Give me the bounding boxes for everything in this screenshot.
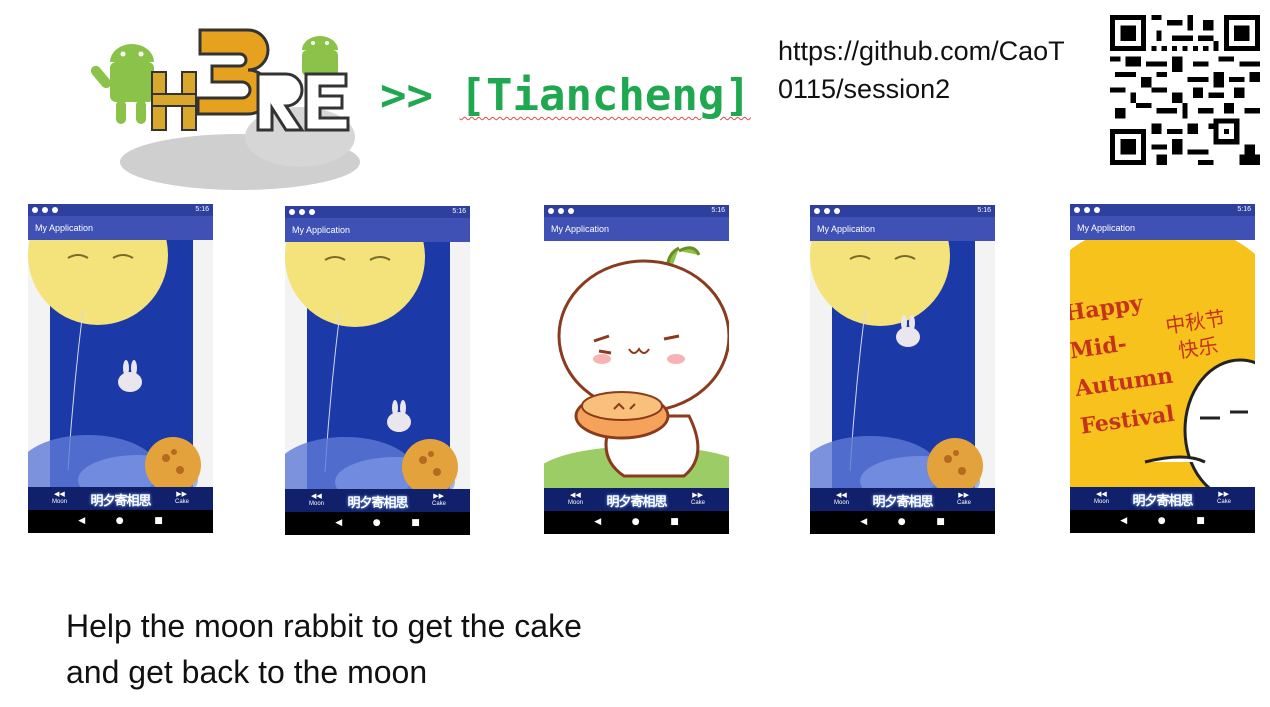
recents-icon[interactable]: ■ — [670, 518, 679, 527]
status-time: 5:16 — [452, 208, 466, 215]
control-bar: ◀◀ Moon 明夕寄相思 ▶▶ Cake — [544, 488, 729, 511]
app-title: My Application — [28, 216, 213, 240]
home-icon[interactable]: ● — [898, 518, 906, 527]
banner-title: 明夕寄相思 — [347, 496, 408, 511]
android-left-icon — [90, 44, 154, 124]
phone-screenshot-5: 5:16 My Application Happy Mid-Autumn Fes… — [1070, 204, 1255, 533]
status-time: 5:16 — [977, 207, 991, 214]
home-icon[interactable]: ● — [116, 517, 124, 526]
qr-code-icon — [1110, 15, 1260, 165]
moon-button[interactable]: Moon — [834, 500, 849, 506]
control-bar: ◀◀ Moon 明夕寄相思 ▶▶ Cake — [285, 489, 470, 512]
banner-title: 明夕寄相思 — [1132, 494, 1193, 509]
home-icon[interactable]: ● — [1158, 517, 1166, 526]
game-scene — [28, 240, 213, 487]
author-name: [Tiancheng] — [459, 70, 751, 121]
game-scene — [285, 242, 470, 489]
rewind-icon[interactable]: ◀◀ — [570, 491, 581, 499]
status-time: 5:16 — [1237, 206, 1251, 213]
android-nav-bar: ◀ ● ■ — [544, 511, 729, 534]
logo-letter-e — [304, 72, 350, 132]
forward-icon[interactable]: ▶▶ — [176, 490, 187, 498]
phone-screenshot-4: 5:16 My Application ◀◀ Moon 明夕寄相思 ▶▶ Cak… — [810, 205, 995, 534]
recents-icon[interactable]: ■ — [1196, 517, 1205, 526]
slide-caption: Help the moon rabbit to get the cake and… — [66, 603, 582, 695]
home-icon[interactable]: ● — [632, 518, 640, 527]
app-title: My Application — [810, 217, 995, 241]
app-title: My Application — [285, 218, 470, 242]
mooncake-icon — [574, 391, 670, 440]
banner-title: 明夕寄相思 — [90, 494, 151, 509]
banner-title: 明夕寄相思 — [606, 495, 667, 510]
repo-url[interactable]: https://github.com/CaoT0115/session2 — [778, 32, 1068, 108]
control-bar: ◀◀ Moon 明夕寄相思 ▶▶ Cake — [810, 488, 995, 511]
caption-line-2: and get back to the moon — [66, 654, 428, 690]
rewind-icon[interactable]: ◀◀ — [311, 492, 322, 500]
moon-button[interactable]: Moon — [568, 500, 583, 506]
app-title: My Application — [544, 217, 729, 241]
back-icon[interactable]: ◀ — [78, 517, 85, 526]
android-nav-bar: ◀ ● ■ — [810, 511, 995, 534]
moon-button[interactable]: Moon — [309, 501, 324, 507]
phone-screenshot-2: 5:16 My Application ◀◀ Moon 明夕寄相思 ▶▶ Cak… — [285, 206, 470, 535]
status-time: 5:16 — [711, 207, 725, 214]
forward-icon[interactable]: ▶▶ — [433, 492, 444, 500]
status-bar: 5:16 — [544, 205, 729, 217]
moon-button[interactable]: Moon — [52, 499, 67, 505]
status-bar: 5:16 — [1070, 204, 1255, 216]
banner-title: 明夕寄相思 — [872, 495, 933, 510]
logo-letter-h — [151, 71, 197, 131]
forward-icon[interactable]: ▶▶ — [1218, 490, 1229, 498]
status-bar: 5:16 — [28, 204, 213, 216]
android-nav-bar: ◀ ● ■ — [28, 510, 213, 533]
caption-line-1: Help the moon rabbit to get the cake — [66, 608, 582, 644]
rewind-icon[interactable]: ◀◀ — [1096, 490, 1107, 498]
phone-screenshot-3: 5:16 My Application ◀◀ Moon 明夕寄相思 ▶▶ Cak… — [544, 205, 729, 534]
android-nav-bar: ◀ ● ■ — [1070, 510, 1255, 533]
cake-button[interactable]: Cake — [1217, 499, 1231, 505]
forward-icon[interactable]: ▶▶ — [958, 491, 969, 499]
control-bar: ◀◀ Moon 明夕寄相思 ▶▶ Cake — [28, 487, 213, 510]
phone-screenshot-1: 5:16 My Application ◀◀ Moon 明夕寄相思 ▶▶ Cak… — [28, 204, 213, 533]
status-time: 5:16 — [195, 206, 209, 213]
game-scene — [810, 241, 995, 488]
status-bar: 5:16 — [810, 205, 995, 217]
back-icon[interactable]: ◀ — [335, 519, 342, 528]
app-title: My Application — [1070, 216, 1255, 240]
recents-icon[interactable]: ■ — [411, 519, 420, 528]
cake-button[interactable]: Cake — [175, 499, 189, 505]
forward-icon[interactable]: ▶▶ — [692, 491, 703, 499]
cake-button[interactable]: Cake — [432, 501, 446, 507]
cake-button[interactable]: Cake — [957, 500, 971, 506]
game-scene — [544, 241, 729, 488]
recents-icon[interactable]: ■ — [154, 517, 163, 526]
back-icon[interactable]: ◀ — [1120, 517, 1127, 526]
android-right-icon — [302, 36, 338, 76]
cake-button[interactable]: Cake — [691, 500, 705, 506]
control-bar: ◀◀ Moon 明夕寄相思 ▶▶ Cake — [1070, 487, 1255, 510]
breadcrumb-prefix: >> — [380, 70, 433, 121]
recents-icon[interactable]: ■ — [936, 518, 945, 527]
greeting-cn-2: 快乐 — [1176, 333, 1220, 363]
logo-letter-r — [256, 72, 305, 132]
h3re-logo — [90, 28, 360, 190]
back-icon[interactable]: ◀ — [860, 518, 867, 527]
rewind-icon[interactable]: ◀◀ — [836, 491, 847, 499]
project-title: >> [Tiancheng] — [380, 66, 751, 126]
home-icon[interactable]: ● — [373, 519, 381, 528]
moon-button[interactable]: Moon — [1094, 499, 1109, 505]
status-bar: 5:16 — [285, 206, 470, 218]
rewind-icon[interactable]: ◀◀ — [54, 490, 65, 498]
android-nav-bar: ◀ ● ■ — [285, 512, 470, 535]
back-icon[interactable]: ◀ — [594, 518, 601, 527]
game-scene: Happy Mid-Autumn Festival 中秋节 快乐 — [1070, 240, 1255, 487]
